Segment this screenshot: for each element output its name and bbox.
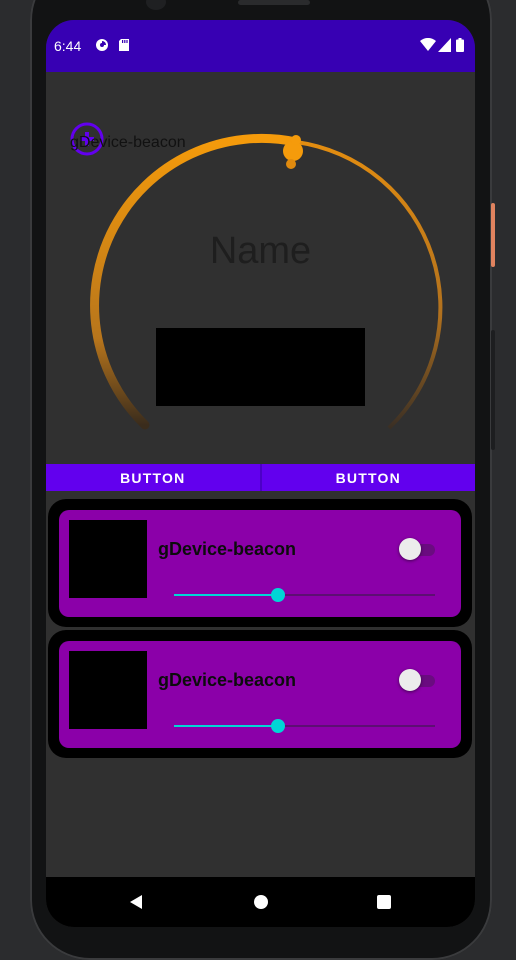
device-name: gDevice-beacon [158, 539, 297, 559]
data-saver-icon [95, 38, 109, 57]
device-switch[interactable] [399, 538, 435, 560]
status-time: 6:44 [54, 38, 82, 54]
status-bar: 6:44 [46, 20, 475, 72]
device-card[interactable]: gDevice-beacon [48, 499, 472, 627]
header-device-name: gDevice-beacon [70, 134, 186, 151]
recents-square-icon[interactable] [376, 894, 392, 915]
slider-thumb[interactable] [271, 719, 286, 733]
sd-card-icon [118, 38, 130, 57]
device-card[interactable]: gDevice-beacon [48, 630, 472, 758]
slider-fill [174, 594, 279, 596]
device-level-slider[interactable] [174, 588, 435, 602]
power-button [491, 203, 495, 267]
button-row: BUTTON BUTTON [46, 464, 475, 491]
device-thumbnail [69, 651, 147, 729]
earpiece-speaker [238, 0, 310, 5]
slider-thumb[interactable] [271, 588, 286, 602]
device-switch[interactable] [399, 669, 435, 691]
signal-icon [438, 38, 451, 57]
volume-button [491, 330, 495, 450]
wifi-icon [420, 37, 436, 57]
device-level-slider[interactable] [174, 719, 435, 733]
navigation-bar [46, 877, 475, 927]
header-area: gDevice-beacon Name [46, 72, 475, 464]
battery-icon [456, 38, 464, 57]
button-right[interactable]: BUTTON [259, 464, 475, 491]
slider-fill [174, 725, 279, 727]
device-thumbnail [69, 520, 147, 598]
switch-thumb [399, 669, 421, 691]
name-label: Name [209, 230, 312, 272]
device-name: gDevice-beacon [158, 670, 297, 690]
home-circle-icon[interactable] [253, 894, 269, 915]
value-display [156, 328, 365, 406]
device-card-body: gDevice-beacon [59, 510, 461, 617]
screen: 6:44 gDevice-beacon Name BUTTON BUTTON g… [46, 20, 475, 927]
device-card-body: gDevice-beacon [59, 641, 461, 748]
switch-thumb [399, 538, 421, 560]
back-triangle-icon[interactable] [128, 894, 144, 915]
button-left[interactable]: BUTTON [46, 464, 260, 491]
